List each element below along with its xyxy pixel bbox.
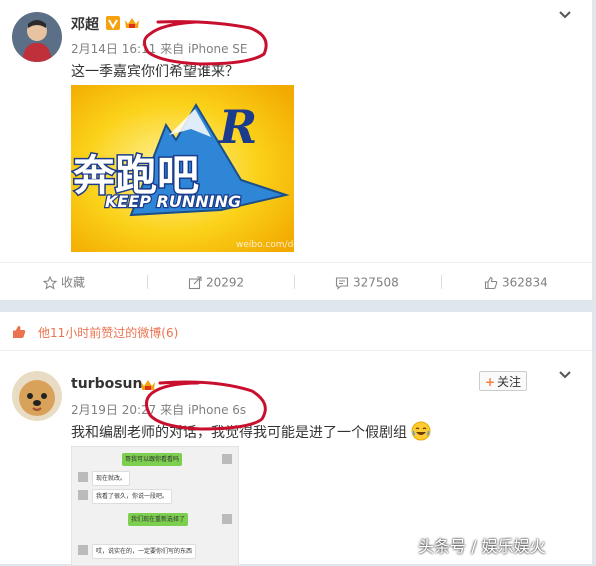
vip-crown-icon [124, 15, 140, 34]
chat-avatar [222, 454, 232, 464]
avatar[interactable] [12, 371, 62, 421]
post-time[interactable]: 2月14日 16:11 [71, 42, 156, 56]
post-meta: 2月19日 20:27 来自 iPhone 6s [71, 401, 246, 418]
share-icon [188, 275, 202, 289]
thumbs-up-icon [484, 276, 498, 289]
post-text: 这一季嘉宾你们希望谁来？ [71, 64, 239, 80]
feed-divider [0, 300, 596, 312]
avatar[interactable] [12, 12, 62, 62]
chat-bubble: 我看了很久，你说一段吧。 [92, 489, 173, 504]
verified-badge-icon [106, 15, 120, 34]
liked-posts-header[interactable]: 他11小时前赞过的微博(6) [0, 312, 592, 351]
watermark-text: 头条号 / 娱乐娱火 [418, 537, 546, 556]
action-bar: 收藏 20292 327508 362834 [0, 262, 592, 301]
chat-bubble: 我们现在重新选择了 [128, 513, 189, 526]
logo-r: R [217, 100, 257, 154]
liked-posts-text: 他11小时前赞过的微博(6) [38, 326, 179, 340]
chevron-down-icon[interactable] [556, 6, 574, 24]
chevron-down-icon[interactable] [556, 366, 574, 384]
thumbs-up-icon [12, 324, 26, 343]
post-text: 我和编剧老师的对话，我觉得我可能是进了一个假剧组 [71, 421, 431, 445]
chat-avatar [222, 514, 232, 524]
chat-avatar [78, 545, 88, 555]
follow-button[interactable]: + 关注 [479, 371, 527, 391]
post-source: 来自 iPhone 6s [160, 403, 247, 417]
image-watermark: weibo.com/dc [236, 240, 294, 250]
laughing-emoji-icon [411, 421, 431, 445]
chat-bubble: 现在就改。 [92, 471, 131, 486]
divider [441, 275, 442, 289]
forward-button[interactable]: 20292 [188, 263, 244, 301]
divider [294, 275, 295, 289]
logo-en: KEEP RUNNING [105, 192, 241, 211]
author-name[interactable]: turbosun [71, 376, 142, 392]
post-meta: 2月14日 16:11 来自 iPhone SE [71, 40, 247, 57]
chat-avatar [78, 490, 88, 500]
author-name[interactable]: 邓超 [71, 14, 99, 34]
star-icon [42, 275, 58, 290]
divider [147, 275, 148, 289]
favorite-button[interactable]: 收藏 [42, 263, 85, 301]
post-image[interactable]: R 奔跑吧 KEEP RUNNING weibo.com/dc [71, 85, 294, 252]
chat-screenshot-image[interactable]: 哥我可以跟你看看吗 现在就改。 我看了很久，你说一段吧。 我们现在重新选择了 哎… [71, 446, 239, 566]
post-time[interactable]: 2月19日 20:27 [71, 403, 156, 417]
chat-bubble: 哎，说实在的，一定要你们写的东西 [92, 544, 197, 559]
like-button[interactable]: 362834 [484, 263, 548, 301]
comment-icon [335, 276, 349, 290]
chat-bubble: 哥我可以跟你看看吗 [122, 453, 183, 466]
vip-crown-icon [140, 377, 156, 396]
post-source: 来自 iPhone SE [160, 42, 248, 56]
plus-icon: + [484, 375, 496, 389]
weibo-post-1: 邓超 2月14日 16:11 来自 iPhone SE 这一季嘉宾你们希望谁来？… [0, 0, 593, 300]
comment-button[interactable]: 327508 [335, 263, 399, 301]
chat-avatar [78, 472, 88, 482]
